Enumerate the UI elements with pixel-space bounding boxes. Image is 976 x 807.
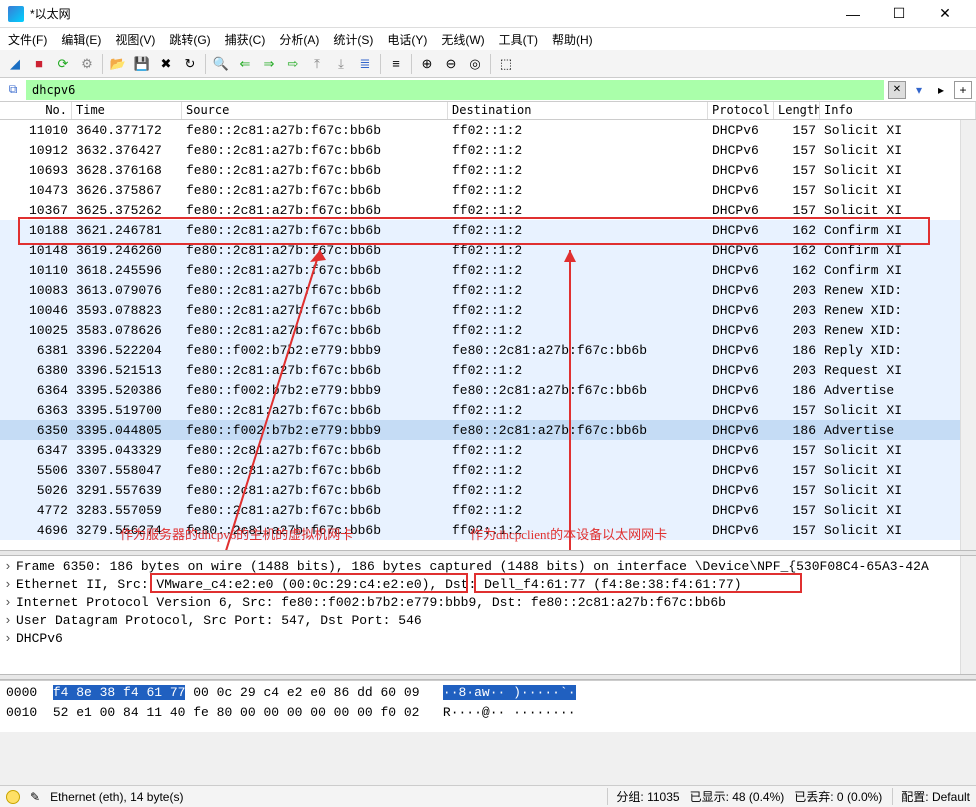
packet-row[interactable]: 110103640.377172fe80::2c81:a27b:f67c:bb6…	[0, 120, 976, 140]
packet-row[interactable]: 63813396.522204fe80::f002:b7b2:e779:bbb9…	[0, 340, 976, 360]
hex-row-1[interactable]: 0010 52 e1 00 84 11 40 fe 80 00 00 00 00…	[6, 703, 970, 723]
col-info[interactable]: Info	[820, 102, 976, 119]
restart-capture-icon[interactable]: ⟳	[52, 53, 74, 75]
resize-columns-icon[interactable]: ⬚	[495, 53, 517, 75]
packet-row[interactable]: 101103618.245596fe80::2c81:a27b:f67c:bb6…	[0, 260, 976, 280]
menu-bar: 文件(F) 编辑(E) 视图(V) 跳转(G) 捕获(C) 分析(A) 统计(S…	[0, 28, 976, 50]
packet-row[interactable]: 63633395.519700fe80::2c81:a27b:f67c:bb6b…	[0, 400, 976, 420]
packet-row[interactable]: 101483619.246260fe80::2c81:a27b:f67c:bb6…	[0, 240, 976, 260]
zoom-in-icon[interactable]: ⊕	[416, 53, 438, 75]
filter-bookmark-icon[interactable]: ⧉	[4, 81, 22, 99]
colorize-icon[interactable]: ≡	[385, 53, 407, 75]
window-title: *以太网	[30, 5, 830, 22]
start-capture-icon[interactable]: ◢	[4, 53, 26, 75]
menu-file[interactable]: 文件(F)	[8, 31, 47, 48]
menu-capture[interactable]: 捕获(C)	[225, 31, 266, 48]
close-file-icon[interactable]: ✖	[155, 53, 177, 75]
packet-row[interactable]: 103673625.375262fe80::2c81:a27b:f67c:bb6…	[0, 200, 976, 220]
status-profile[interactable]: 配置: Default	[892, 788, 970, 805]
auto-scroll-icon[interactable]: ≣	[354, 53, 376, 75]
close-button[interactable]: ✕	[922, 0, 968, 28]
find-packet-icon[interactable]: 🔍	[210, 53, 232, 75]
display-filter-bar: ⧉ ✕ ▾ ▸ +	[0, 78, 976, 102]
detail-frame: ›Frame 6350: 186 bytes on wire (1488 bit…	[4, 558, 972, 576]
packet-row[interactable]: 109123632.376427fe80::2c81:a27b:f67c:bb6…	[0, 140, 976, 160]
packet-row[interactable]: 46963279.556274fe80::2c81:a27b:f67c:bb6b…	[0, 520, 976, 540]
packet-row[interactable]: 63803396.521513fe80::2c81:a27b:f67c:bb6b…	[0, 360, 976, 380]
go-to-packet-icon[interactable]: ⇨	[282, 53, 304, 75]
zoom-out-icon[interactable]: ⊖	[440, 53, 462, 75]
menu-tools[interactable]: 工具(T)	[499, 31, 538, 48]
packet-list-scrollbar[interactable]	[960, 120, 976, 550]
packet-row[interactable]: 106933628.376168fe80::2c81:a27b:f67c:bb6…	[0, 160, 976, 180]
menu-wireless[interactable]: 无线(W)	[441, 31, 484, 48]
status-bar: ✎ Ethernet (eth), 14 byte(s) 分组: 11035 已…	[0, 785, 976, 807]
hex-row-0[interactable]: 0000 f4 8e 38 f4 61 77 00 0c 29 c4 e2 e0…	[6, 683, 970, 703]
menu-view[interactable]: 视图(V)	[115, 31, 155, 48]
packet-row[interactable]: 50263291.557639fe80::2c81:a27b:f67c:bb6b…	[0, 480, 976, 500]
zoom-reset-icon[interactable]: ◎	[464, 53, 486, 75]
go-first-icon[interactable]: ⤒	[306, 53, 328, 75]
packet-row[interactable]: 100833613.079076fe80::2c81:a27b:f67c:bb6…	[0, 280, 976, 300]
packet-row[interactable]: 100463593.078823fe80::2c81:a27b:f67c:bb6…	[0, 300, 976, 320]
display-filter-input[interactable]	[26, 80, 884, 100]
minimize-button[interactable]: —	[830, 0, 876, 28]
col-protocol[interactable]: Protocol	[708, 102, 774, 119]
col-length[interactable]: Length	[774, 102, 820, 119]
main-toolbar: ◢ ■ ⟳ ⚙ 📂 💾 ✖ ↻ 🔍 ⇐ ⇒ ⇨ ⤒ ⤓ ≣ ≡ ⊕ ⊖ ◎ ⬚	[0, 50, 976, 78]
packet-row[interactable]: 63503395.044805fe80::f002:b7b2:e779:bbb9…	[0, 420, 976, 440]
status-packets: 分组: 11035	[607, 788, 679, 805]
menu-analyze[interactable]: 分析(A)	[279, 31, 319, 48]
open-file-icon[interactable]: 📂	[107, 53, 129, 75]
packet-row[interactable]: 55063307.558047fe80::2c81:a27b:f67c:bb6b…	[0, 460, 976, 480]
packet-row[interactable]: 100253583.078626fe80::2c81:a27b:f67c:bb6…	[0, 320, 976, 340]
packet-row[interactable]: 63643395.520386fe80::f002:b7b2:e779:bbb9…	[0, 380, 976, 400]
go-last-icon[interactable]: ⤓	[330, 53, 352, 75]
packet-bytes-pane[interactable]: 0000 f4 8e 38 f4 61 77 00 0c 29 c4 e2 e0…	[0, 680, 976, 732]
menu-go[interactable]: 跳转(G)	[169, 31, 210, 48]
filter-clear-button[interactable]: ✕	[888, 81, 906, 99]
expert-info-icon[interactable]	[6, 790, 20, 804]
packet-row[interactable]: 63473395.043329fe80::2c81:a27b:f67c:bb6b…	[0, 440, 976, 460]
filter-add-button[interactable]: +	[954, 81, 972, 99]
status-field: Ethernet (eth), 14 byte(s)	[50, 790, 597, 804]
stop-capture-icon[interactable]: ■	[28, 53, 50, 75]
col-no[interactable]: No.	[0, 102, 72, 119]
packet-list-pane[interactable]: 110103640.377172fe80::2c81:a27b:f67c:bb6…	[0, 120, 976, 550]
maximize-button[interactable]: ☐	[876, 0, 922, 28]
packet-row[interactable]: 101883621.246781fe80::2c81:a27b:f67c:bb6…	[0, 220, 976, 240]
packet-row[interactable]: 104733626.375867fe80::2c81:a27b:f67c:bb6…	[0, 180, 976, 200]
filter-apply-icon[interactable]: ▾	[910, 81, 928, 99]
packet-details-pane[interactable]: ›Frame 6350: 186 bytes on wire (1488 bit…	[0, 556, 976, 674]
detail-dhcpv6: ›DHCPv6	[4, 630, 972, 648]
packet-list-header: No. Time Source Destination Protocol Len…	[0, 102, 976, 120]
capture-options-icon[interactable]: ⚙	[76, 53, 98, 75]
save-file-icon[interactable]: 💾	[131, 53, 153, 75]
title-bar: *以太网 — ☐ ✕	[0, 0, 976, 28]
col-source[interactable]: Source	[182, 102, 448, 119]
filter-expression-icon[interactable]: ▸	[932, 81, 950, 99]
packet-row[interactable]: 47723283.557059fe80::2c81:a27b:f67c:bb6b…	[0, 500, 976, 520]
col-time[interactable]: Time	[72, 102, 182, 119]
status-displayed: 已显示: 48 (0.4%)	[690, 788, 785, 805]
go-forward-icon[interactable]: ⇒	[258, 53, 280, 75]
detail-ipv6: ›Internet Protocol Version 6, Src: fe80:…	[4, 594, 972, 612]
status-edit-icon[interactable]: ✎	[30, 790, 40, 804]
menu-help[interactable]: 帮助(H)	[552, 31, 593, 48]
details-scrollbar[interactable]	[960, 556, 976, 674]
app-logo-icon	[8, 6, 24, 22]
menu-telephony[interactable]: 电话(Y)	[387, 31, 427, 48]
status-dropped: 已丢弃: 0 (0.0%)	[794, 788, 882, 805]
menu-edit[interactable]: 编辑(E)	[61, 31, 101, 48]
menu-stats[interactable]: 统计(S)	[333, 31, 373, 48]
col-destination[interactable]: Destination	[448, 102, 708, 119]
reload-file-icon[interactable]: ↻	[179, 53, 201, 75]
detail-ethernet: ›Ethernet II, Src: VMware_c4:e2:e0 (00:0…	[4, 576, 972, 594]
detail-udp: ›User Datagram Protocol, Src Port: 547, …	[4, 612, 972, 630]
go-back-icon[interactable]: ⇐	[234, 53, 256, 75]
